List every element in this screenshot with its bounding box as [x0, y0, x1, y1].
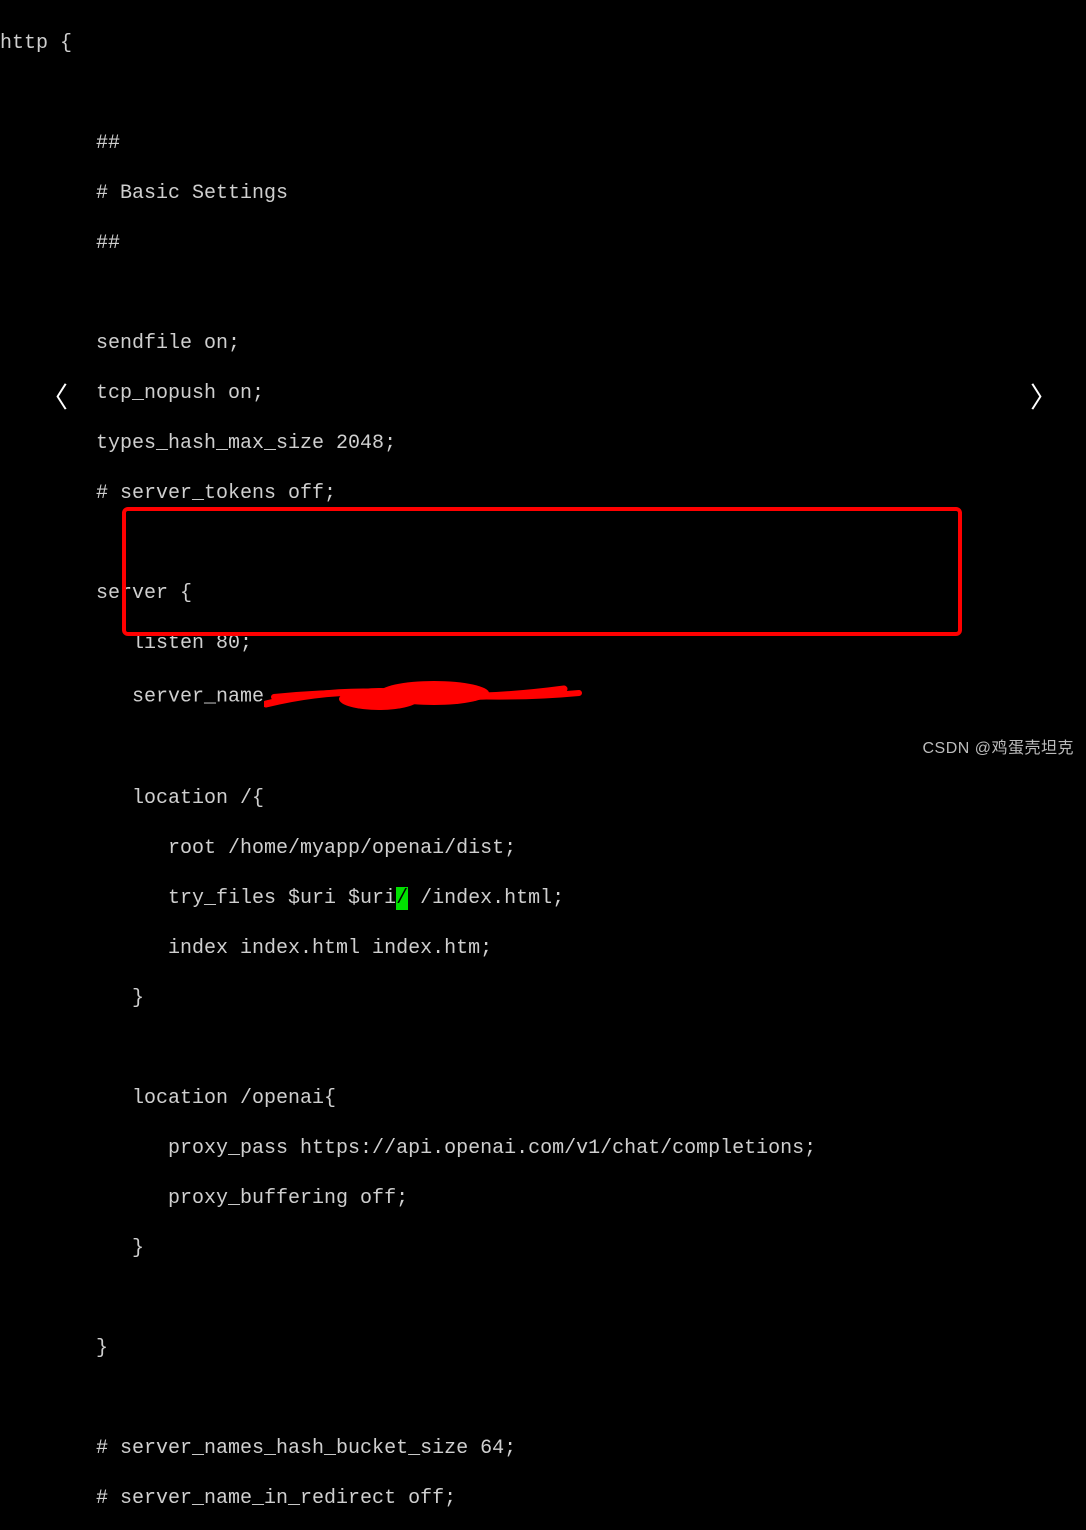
code-line: ## — [0, 131, 1086, 156]
code-line: root /home/myapp/openai/dist; — [0, 836, 1086, 861]
code-line — [0, 1036, 1086, 1061]
code-line: # server_tokens off; — [0, 481, 1086, 506]
code-line: } — [0, 1336, 1086, 1361]
code-line: } — [0, 1236, 1086, 1261]
editor-cursor: / — [396, 887, 408, 910]
code-line: location /openai{ — [0, 1086, 1086, 1111]
watermark-text: CSDN @鸡蛋壳坦克 — [922, 739, 1074, 759]
code-line: http { — [0, 31, 1086, 56]
code-line — [0, 81, 1086, 106]
code-text: try_files $uri $uri — [0, 887, 396, 910]
code-line: ## — [0, 231, 1086, 256]
code-line: types_hash_max_size 2048; — [0, 431, 1086, 456]
code-line: try_files $uri $uri/ /index.html; — [0, 886, 1086, 911]
code-block: http { ## # Basic Settings ## sendfile o… — [0, 0, 1086, 765]
code-line: proxy_buffering off; — [0, 1186, 1086, 1211]
code-line: proxy_pass https://api.openai.com/v1/cha… — [0, 1136, 1086, 1161]
code-line — [0, 1386, 1086, 1411]
code-line: index index.html index.htm; — [0, 936, 1086, 961]
code-line: tcp_nopush on; — [0, 381, 1086, 406]
code-line: # server_names_hash_bucket_size 64; — [0, 1436, 1086, 1461]
redaction-mark — [264, 679, 584, 709]
gallery-next-button[interactable]: 〉 — [1030, 380, 1058, 415]
code-line: server { — [0, 581, 1086, 606]
code-line: sendfile on; — [0, 331, 1086, 356]
code-line: # Basic Settings — [0, 181, 1086, 206]
code-line: location /{ — [0, 786, 1086, 811]
code-text: server_name — [0, 685, 264, 708]
code-line: server_name — [0, 681, 1086, 711]
code-text: /index.html; — [408, 887, 564, 910]
gallery-prev-button[interactable]: 〈 — [40, 380, 68, 415]
code-line — [0, 531, 1086, 556]
code-line — [0, 1286, 1086, 1311]
code-line: # server_name_in_redirect off; — [0, 1486, 1086, 1511]
code-line: } — [0, 986, 1086, 1011]
code-line: listen 80; — [0, 631, 1086, 656]
code-line — [0, 281, 1086, 306]
